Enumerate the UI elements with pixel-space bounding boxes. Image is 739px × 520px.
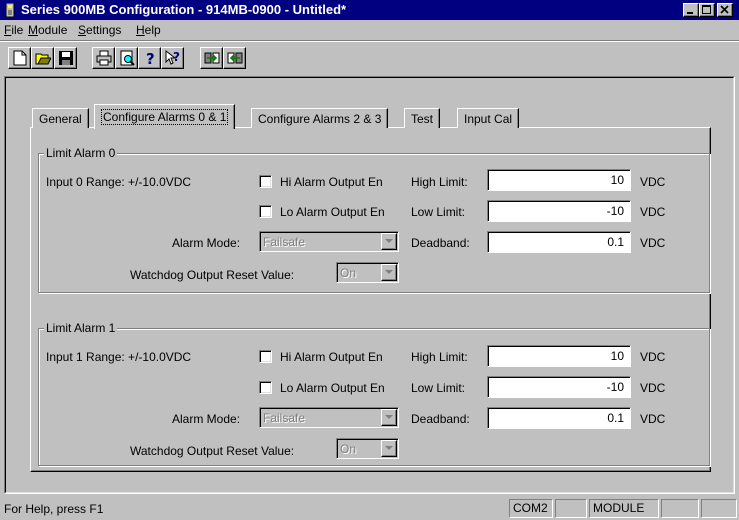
alarm-1-hi-enable-label: Hi Alarm Output En xyxy=(280,350,383,364)
maximize-icon xyxy=(702,5,711,14)
alarm-1-mode-label: Alarm Mode: xyxy=(172,412,241,426)
input-1-range-label: Input 1 Range: +/-10.0VDC xyxy=(46,350,192,364)
status-pane-empty-3 xyxy=(701,499,737,518)
upload-button[interactable] xyxy=(200,47,223,69)
download-icon xyxy=(227,52,243,64)
alarm-1-watchdog-dropdown-button[interactable] xyxy=(381,440,397,457)
alarm-0-watchdog-dropdown-button[interactable] xyxy=(381,264,397,281)
alarm-0-hi-enable-label: Hi Alarm Output En xyxy=(280,175,383,189)
context-help-button[interactable]: ? xyxy=(161,47,184,69)
tab-configure-alarms-0-1[interactable]: Configure Alarms 0 & 1 xyxy=(94,104,236,129)
alarm-0-deadband-unit: VDC xyxy=(640,236,666,250)
menu-bar: File Module Settings Help xyxy=(0,20,739,40)
alarm-1-mode-dropdown-button[interactable] xyxy=(381,409,397,426)
alarm-1-low-limit-label: Low Limit: xyxy=(411,381,466,395)
chevron-down-icon xyxy=(385,446,393,450)
alarm-1-deadband-input[interactable] xyxy=(487,407,631,429)
alarm-0-mode-value: Failsafe xyxy=(263,235,306,249)
chevron-down-icon xyxy=(385,270,393,274)
menu-settings[interactable]: Settings xyxy=(78,23,121,37)
new-button[interactable] xyxy=(8,47,31,69)
menu-module[interactable]: Module xyxy=(28,23,67,37)
print-preview-icon xyxy=(120,50,135,66)
alarm-0-lo-enable-checkbox[interactable] xyxy=(259,205,272,218)
open-icon xyxy=(35,53,51,65)
new-icon xyxy=(13,50,27,66)
alarm-0-watchdog-label: Watchdog Output Reset Value: xyxy=(130,268,295,282)
minimize-button[interactable] xyxy=(683,3,699,17)
chevron-down-icon xyxy=(385,415,393,419)
module-icon[interactable] xyxy=(4,2,16,18)
alarm-0-mode-label: Alarm Mode: xyxy=(172,236,241,250)
alarm-0-deadband-label: Deadband: xyxy=(411,236,470,250)
alarm-1-low-unit: VDC xyxy=(640,381,666,395)
chevron-down-icon xyxy=(385,239,393,243)
alarm-0-mode-select[interactable]: Failsafe xyxy=(259,231,399,252)
context-help-icon: ? xyxy=(165,50,180,65)
alarm-0-high-limit-input[interactable] xyxy=(487,169,631,191)
help-icon: ? xyxy=(146,50,155,66)
save-button[interactable] xyxy=(54,47,77,69)
status-device: MODULE xyxy=(589,499,659,518)
tab-input-cal[interactable]: Input Cal xyxy=(457,108,520,128)
save-icon xyxy=(59,51,73,65)
limit-alarm-1-title: Limit Alarm 1 xyxy=(44,321,118,335)
menu-file[interactable]: File xyxy=(4,23,23,37)
alarm-1-high-limit-label: High Limit: xyxy=(411,350,468,364)
status-pane-empty-1 xyxy=(555,499,587,518)
limit-alarm-0-title: Limit Alarm 0 xyxy=(44,146,118,160)
alarm-1-low-limit-input[interactable] xyxy=(487,376,631,398)
alarm-0-hi-enable-checkbox[interactable] xyxy=(259,175,272,188)
download-button[interactable] xyxy=(223,47,246,69)
alarm-0-mode-dropdown-button[interactable] xyxy=(381,233,397,250)
alarm-0-watchdog-select[interactable]: On xyxy=(336,262,399,283)
alarm-1-watchdog-select[interactable]: On xyxy=(336,438,399,459)
status-bar: For Help, press F1 COM2 MODULE xyxy=(0,497,739,520)
status-pane-empty-2 xyxy=(661,499,699,518)
alarm-1-high-limit-input[interactable] xyxy=(487,345,631,367)
alarm-1-high-unit: VDC xyxy=(640,350,666,364)
close-button[interactable] xyxy=(717,3,733,17)
menu-help[interactable]: Help xyxy=(136,23,161,37)
alarm-0-low-limit-input[interactable] xyxy=(487,200,631,222)
print-icon xyxy=(96,50,112,66)
alarm-1-watchdog-label: Watchdog Output Reset Value: xyxy=(130,444,295,458)
print-button[interactable] xyxy=(92,47,115,69)
alarm-0-low-unit: VDC xyxy=(640,205,666,219)
alarm-1-watchdog-value: On xyxy=(340,442,357,456)
svg-text:?: ? xyxy=(146,50,155,66)
maximize-button[interactable] xyxy=(699,3,715,17)
alarm-0-high-limit-label: High Limit: xyxy=(411,175,468,189)
tab-test[interactable]: Test xyxy=(404,108,441,128)
alarm-1-deadband-label: Deadband: xyxy=(411,412,470,426)
alarm-0-deadband-input[interactable] xyxy=(487,231,631,253)
input-0-range-label: Input 0 Range: +/-10.0VDC xyxy=(46,175,192,189)
svg-text:?: ? xyxy=(173,50,180,64)
print-preview-button[interactable] xyxy=(115,47,138,69)
minimize-icon xyxy=(687,12,693,14)
alarm-0-lo-enable-label: Lo Alarm Output En xyxy=(280,205,385,219)
alarm-1-mode-value: Failsafe xyxy=(263,411,306,425)
alarm-1-deadband-unit: VDC xyxy=(640,412,666,426)
status-help-text: For Help, press F1 xyxy=(4,502,104,516)
alarm-0-low-limit-label: Low Limit: xyxy=(411,205,466,219)
upload-icon xyxy=(204,52,220,64)
alarm-0-watchdog-value: On xyxy=(340,266,357,280)
tab-configure-alarms-2-3[interactable]: Configure Alarms 2 & 3 xyxy=(251,108,389,128)
status-port: COM2 xyxy=(509,499,553,518)
alarm-1-lo-enable-label: Lo Alarm Output En xyxy=(280,381,385,395)
help-button[interactable]: ? xyxy=(138,47,161,69)
close-icon xyxy=(720,5,729,14)
alarm-1-hi-enable-checkbox[interactable] xyxy=(259,350,272,363)
alarm-1-mode-select[interactable]: Failsafe xyxy=(259,407,399,428)
alarm-1-lo-enable-checkbox[interactable] xyxy=(259,381,272,394)
title-bar[interactable]: Series 900MB Configuration - 914MB-0900 … xyxy=(0,0,739,20)
tab-general[interactable]: General xyxy=(32,108,89,128)
open-button[interactable] xyxy=(31,47,54,69)
alarm-0-high-unit: VDC xyxy=(640,175,666,189)
window-title: Series 900MB Configuration - 914MB-0900 … xyxy=(21,2,347,17)
